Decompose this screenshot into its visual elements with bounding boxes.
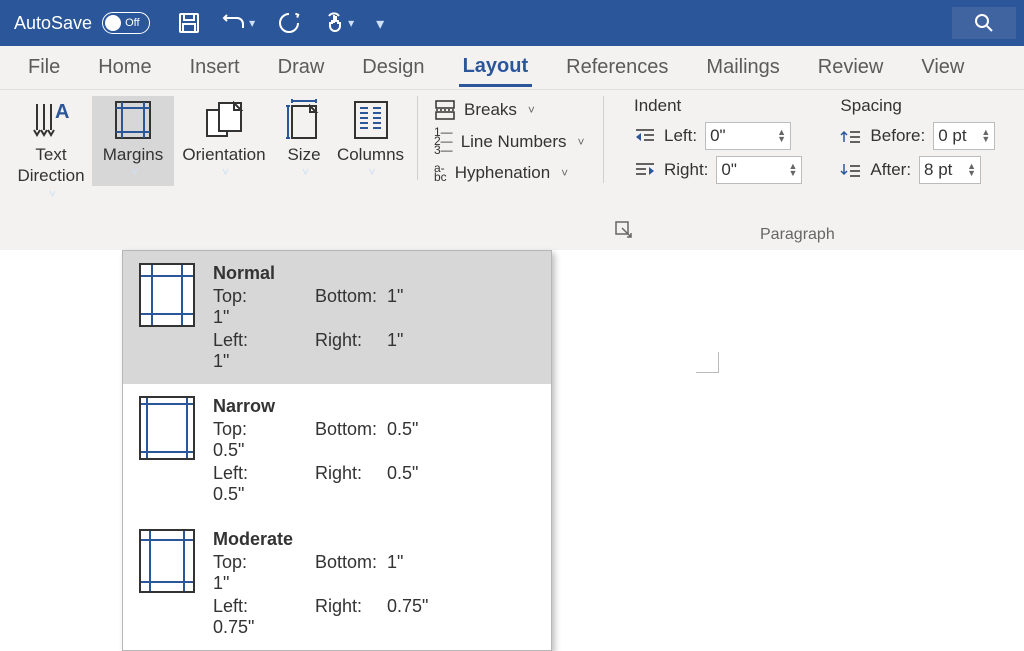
chevron-down-icon: ˅: [222, 165, 229, 180]
document-canvas[interactable]: [556, 250, 1018, 582]
preset-name: Narrow: [213, 396, 535, 417]
title-bar: AutoSave Off ▾ ▾ ▾: [0, 0, 1024, 46]
ribbon-layout: A Text Direction ˅ Margins ˅ Orientation…: [0, 90, 1024, 250]
margin-preset-normal[interactable]: NormalTop:1"Bottom:1"Left:1"Right:1": [123, 251, 551, 384]
customize-qat-icon[interactable]: ▾: [376, 14, 384, 34]
chevron-down-icon: ˅: [561, 166, 568, 180]
margin-preset-icon: [139, 263, 195, 327]
spacing-after-label: After:: [870, 160, 911, 180]
spacing-header: Spacing: [840, 96, 995, 116]
autosave-label: AutoSave: [14, 13, 92, 34]
columns-button[interactable]: Columns ˅: [334, 96, 418, 180]
indent-right-input[interactable]: 0"▲▼: [716, 156, 802, 184]
margin-preset-icon: [139, 529, 195, 593]
hyphenation-button[interactable]: a-bc Hyphenation˅: [434, 163, 593, 183]
margins-button[interactable]: Margins ˅: [92, 96, 174, 186]
tab-insert[interactable]: Insert: [186, 50, 244, 85]
preset-name: Normal: [213, 263, 535, 284]
paragraph-group-label: Paragraph: [760, 226, 835, 244]
text-direction-icon: A: [27, 98, 75, 142]
text-direction-button[interactable]: A Text Direction ˅: [10, 96, 92, 202]
indent-right-label: Right:: [664, 160, 708, 180]
quick-access-toolbar: ▾ ▾ ▾: [178, 11, 384, 35]
redo-icon[interactable]: [277, 11, 301, 35]
margins-dropdown: NormalTop:1"Bottom:1"Left:1"Right:1"Narr…: [122, 250, 552, 651]
chevron-down-icon: ˅: [368, 165, 375, 180]
tab-file[interactable]: File: [24, 50, 64, 85]
breaks-button[interactable]: Breaks˅: [434, 100, 593, 120]
tab-design[interactable]: Design: [358, 50, 428, 85]
margin-preset-moderate[interactable]: ModerateTop:1"Bottom:1"Left:0.75"Right:0…: [123, 517, 551, 650]
spinner-icon[interactable]: ▲▼: [967, 163, 976, 177]
touch-mode-icon[interactable]: ▾: [323, 11, 354, 35]
spacing-after-icon: [840, 161, 862, 179]
spinner-icon[interactable]: ▲▼: [777, 129, 786, 143]
page-setup-extra: Breaks˅ 1—2—3— Line Numbers˅ a-bc Hyphen…: [434, 96, 604, 183]
spacing-before-icon: [840, 127, 862, 145]
tab-mailings[interactable]: Mailings: [702, 50, 783, 85]
size-icon: [280, 98, 328, 142]
breaks-icon: [434, 100, 456, 120]
chevron-down-icon: ˅: [131, 165, 138, 180]
autosave-toggle[interactable]: Off: [102, 12, 150, 34]
chevron-down-icon: ˅: [578, 135, 585, 149]
orientation-icon: [200, 98, 248, 142]
margins-icon: [109, 98, 157, 142]
indent-left-label: Left:: [664, 126, 697, 146]
spacing-before-label: Before:: [870, 126, 925, 146]
page-setup-launcher-icon[interactable]: [614, 220, 634, 240]
preset-name: Moderate: [213, 529, 535, 550]
tab-home[interactable]: Home: [94, 50, 155, 85]
tab-draw[interactable]: Draw: [274, 50, 329, 85]
orientation-label: Orientation: [182, 144, 265, 165]
columns-label: Columns: [337, 144, 404, 165]
save-icon[interactable]: [178, 12, 200, 34]
autosave-toggle-knob: [105, 15, 121, 31]
indent-right-icon: [634, 161, 656, 179]
tab-layout[interactable]: Layout: [459, 49, 533, 87]
svg-text:A: A: [55, 101, 69, 123]
text-direction-label: Text Direction: [10, 144, 92, 187]
columns-icon: [347, 98, 395, 142]
spacing-after-input[interactable]: 8 pt▲▼: [919, 156, 981, 184]
size-button[interactable]: Size ˅: [274, 96, 334, 180]
spinner-icon[interactable]: ▲▼: [789, 163, 798, 177]
indent-header: Indent: [634, 96, 802, 116]
search-button[interactable]: [952, 7, 1016, 39]
line-numbers-icon: 1—2—3—: [434, 128, 453, 155]
margins-label: Margins: [103, 144, 163, 165]
margin-preset-narrow[interactable]: NarrowTop:0.5"Bottom:0.5"Left:0.5"Right:…: [123, 384, 551, 517]
chevron-down-icon: ˅: [49, 187, 56, 202]
spacing-group: Spacing Before: 0 pt▲▼ After: 8 pt▲▼: [826, 96, 995, 184]
chevron-down-icon: ˅: [302, 165, 309, 180]
indent-left-icon: [634, 127, 656, 145]
undo-icon[interactable]: ▾: [222, 12, 255, 34]
tab-references[interactable]: References: [562, 50, 672, 85]
tab-review[interactable]: Review: [814, 50, 888, 85]
hyphenation-icon: a-bc: [434, 164, 447, 182]
orientation-button[interactable]: Orientation ˅: [174, 96, 274, 180]
spinner-icon[interactable]: ▲▼: [981, 129, 990, 143]
ribbon-tabs: File Home Insert Draw Design Layout References…: [0, 46, 1024, 90]
spacing-before-input[interactable]: 0 pt▲▼: [933, 122, 995, 150]
indent-left-input[interactable]: 0"▲▼: [705, 122, 791, 150]
line-numbers-button[interactable]: 1—2—3— Line Numbers˅: [434, 128, 593, 155]
size-label: Size: [287, 144, 320, 165]
search-icon: [974, 13, 994, 33]
indent-group: Indent Left: 0"▲▼ Right: 0"▲▼: [620, 96, 802, 184]
margin-preset-icon: [139, 396, 195, 460]
autosave-state: Off: [125, 17, 139, 29]
chevron-down-icon: ˅: [528, 103, 535, 117]
tab-view[interactable]: View: [917, 50, 968, 85]
